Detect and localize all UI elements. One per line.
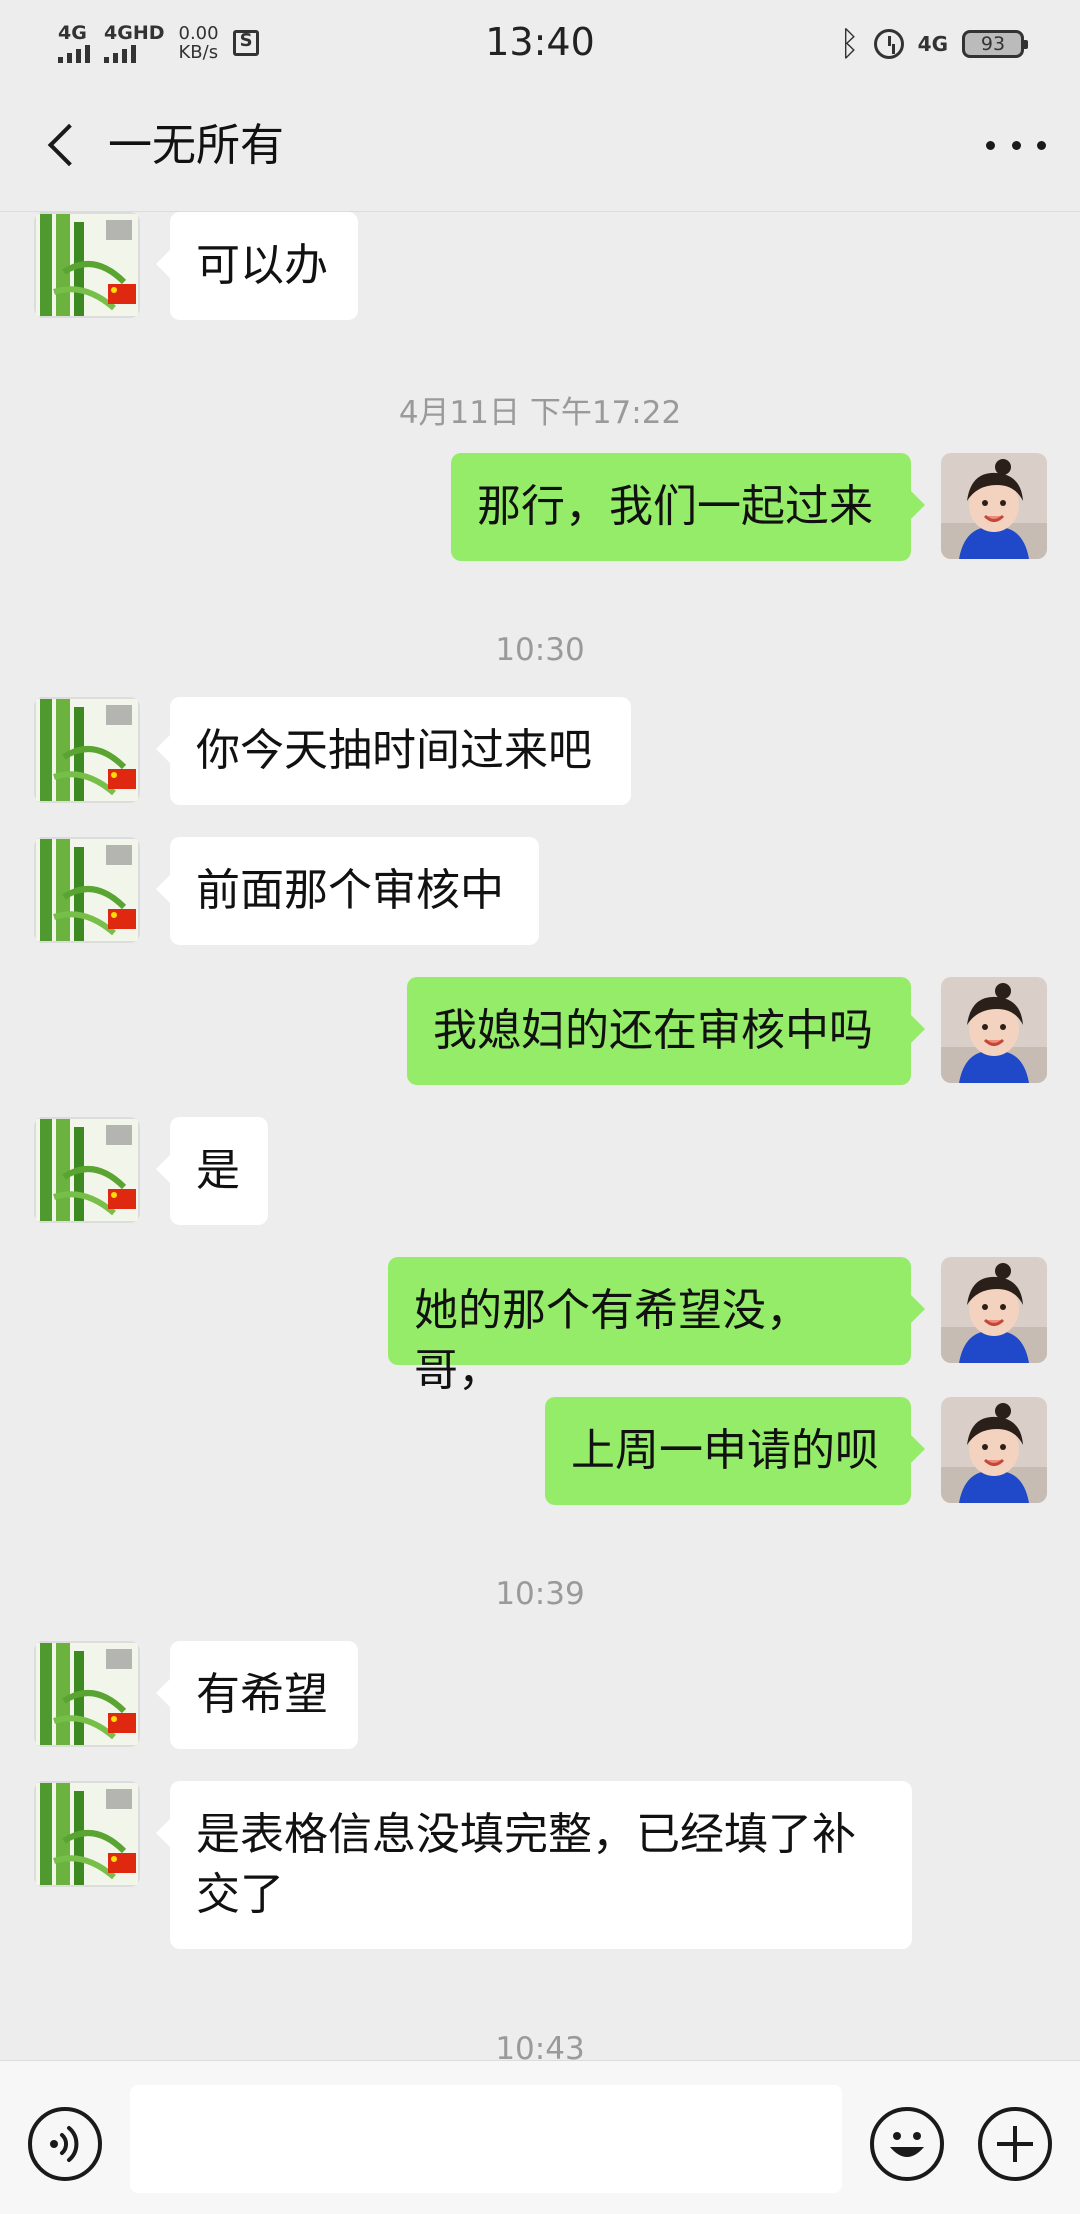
message-bubble[interactable]: 那行，我们一起过来	[451, 453, 925, 561]
my-avatar[interactable]	[941, 453, 1047, 559]
status-bar: 4G 4GHD 0.00 KB/s 13:40 ᛒ 4G 93	[0, 0, 1080, 86]
outgoing-message: 那行，我们一起过来	[0, 453, 1080, 561]
outgoing-message: 上周一申请的呗	[0, 1397, 1080, 1505]
message-bubble[interactable]: 我媳妇的还在审核中吗	[407, 977, 925, 1085]
incoming-message: 可以办	[0, 212, 1080, 320]
chat-title: 一无所有	[108, 120, 284, 171]
add-icon[interactable]	[978, 2107, 1052, 2181]
timestamp: 10:39	[495, 1576, 585, 1612]
incoming-message: 有希望	[0, 1641, 1080, 1749]
message-bubble[interactable]: 是表格信息没填完整，已经填了补 交了	[156, 1781, 912, 1949]
incoming-message: 是	[0, 1117, 1080, 1225]
bluetooth-icon: ᛒ	[839, 24, 860, 64]
message-bubble[interactable]: 她的那个有希望没，哥，	[388, 1257, 925, 1396]
message-bubble[interactable]: 上周一申请的呗	[545, 1397, 925, 1505]
outgoing-message: 她的那个有希望没，哥，	[0, 1257, 1080, 1396]
outgoing-message: 我媳妇的还在审核中吗	[0, 977, 1080, 1085]
message-bubble[interactable]: 前面那个审核中	[156, 837, 539, 945]
timestamp: 10:30	[495, 632, 585, 668]
contact-avatar[interactable]	[34, 1781, 140, 1887]
timestamp: 4月11日 下午17:22	[398, 395, 682, 431]
chat-header: 一无所有	[0, 86, 1080, 212]
incoming-message: 你今天抽时间过来吧	[0, 697, 1080, 805]
status-right: ᛒ 4G 93	[839, 22, 1028, 66]
my-avatar[interactable]	[941, 977, 1047, 1083]
incoming-message: 是表格信息没填完整，已经填了补 交了	[0, 1781, 1080, 1949]
contact-avatar[interactable]	[34, 212, 140, 318]
message-bubble[interactable]: 有希望	[156, 1641, 358, 1749]
contact-avatar[interactable]	[34, 837, 140, 943]
contact-avatar[interactable]	[34, 1117, 140, 1223]
my-avatar[interactable]	[941, 1397, 1047, 1503]
my-avatar[interactable]	[941, 1257, 1047, 1363]
message-bubble[interactable]: 是	[156, 1117, 268, 1225]
input-bar	[0, 2060, 1080, 2214]
alarm-icon	[873, 29, 904, 59]
contact-avatar[interactable]	[34, 697, 140, 803]
voice-icon[interactable]	[28, 2107, 102, 2181]
emoji-icon[interactable]	[870, 2107, 944, 2181]
lte-label: 4G	[917, 32, 948, 56]
message-bubble[interactable]: 你今天抽时间过来吧	[156, 697, 631, 805]
battery-level: 93	[980, 33, 1006, 55]
message-bubble[interactable]: 可以办	[156, 212, 358, 320]
more-options-icon[interactable]	[986, 120, 1046, 170]
battery-icon: 93	[962, 30, 1028, 58]
contact-avatar[interactable]	[34, 1641, 140, 1747]
incoming-message: 前面那个审核中	[0, 837, 1080, 945]
message-input[interactable]	[130, 2085, 842, 2193]
back-arrow-icon[interactable]	[38, 116, 86, 176]
